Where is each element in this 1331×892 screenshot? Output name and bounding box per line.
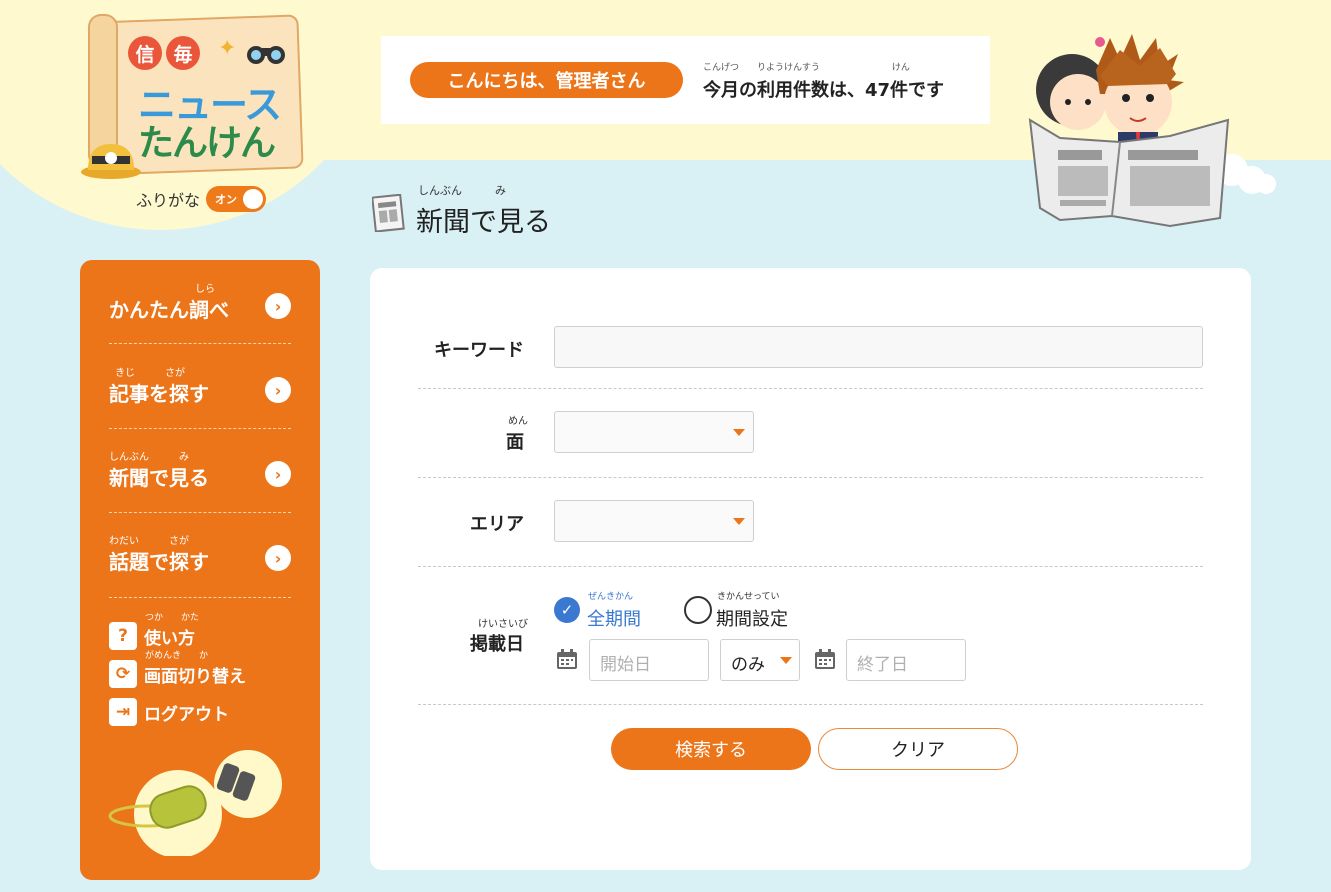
chevron-right-icon: › (265, 545, 291, 571)
nav-label: 記事を探す (109, 382, 209, 406)
page-title-ruby: しんぶん み (418, 184, 506, 197)
page-select[interactable] (554, 411, 754, 453)
sidebar-item-find-topics[interactable]: わだい さが 話題で探す › (109, 512, 291, 596)
logo-badge-mai: 毎 (166, 36, 200, 70)
util-ruby: がめんき か (145, 651, 209, 661)
toggle-state-label: オン (215, 193, 238, 206)
start-date-input[interactable]: 開始日 (589, 639, 709, 681)
page-title: 新聞で見る (416, 207, 551, 238)
logo-badges: 信 毎 (128, 36, 200, 70)
area-label: エリア (470, 514, 524, 535)
sidebar-nav: しら かんたん調べ › きじ さが 記事を探す › しんぶん み 新聞で見る ›… (80, 260, 320, 880)
util-label: 画面切り替え (144, 667, 246, 687)
sidebar-item-view-newspaper[interactable]: しんぶん み 新聞で見る › (109, 428, 291, 512)
nav-ruby: しら (195, 284, 215, 295)
radio-range-label[interactable]: 期間設定 (716, 605, 788, 631)
greeting-box: こんにちは、管理者さん こんげつ りようけんすう けん 今月の利用件数は、47件… (381, 36, 990, 124)
row-divider (418, 704, 1203, 705)
usage-count-text: 今月の利用件数は、47件です (703, 80, 945, 101)
sidebar-item-find-articles[interactable]: きじ さが 記事を探す › (109, 344, 291, 428)
toggle-knob (243, 189, 264, 209)
kids-reading-illustration (1028, 34, 1276, 228)
radio-range-ruby: きかんせってい (717, 592, 780, 602)
util-ruby: つか かた (145, 613, 200, 623)
greeting-pill: こんにちは、管理者さん (410, 62, 683, 98)
search-form-card: キーワード めん 面 エリア けいさいび 掲載日 ✓ ぜんきかん 全期間 きかん… (370, 268, 1251, 870)
date-label: 掲載日 (470, 634, 524, 655)
nav-ruby: わだい さが (109, 536, 189, 547)
sparkle-icon: ✦ (218, 36, 237, 61)
calendar-icon[interactable] (556, 648, 578, 670)
keyword-label: キーワード (434, 340, 524, 361)
nav-label: 話題で探す (109, 550, 209, 574)
furigana-label: ふりがな (136, 191, 201, 210)
calendar-icon[interactable] (814, 648, 836, 670)
clear-button[interactable]: クリア (818, 728, 1018, 770)
sidebar-item-easy-search[interactable]: しら かんたん調べ › (109, 260, 291, 344)
date-mode-value: のみ (731, 655, 765, 675)
logo-title-tanken: たんけん (138, 123, 276, 164)
radio-all-ruby: ぜんきかん (588, 592, 634, 602)
chevron-right-icon: › (265, 377, 291, 403)
sidebar-item-logout[interactable]: ⇥ ログアウト (109, 698, 289, 726)
keyword-input[interactable] (554, 326, 1203, 368)
helmet-icon (81, 144, 141, 179)
sidebar-item-switch-screen[interactable]: ⟳ がめんき か 画面切り替え (109, 651, 289, 688)
page-ruby: めん (508, 416, 528, 427)
binoculars-icon (247, 46, 285, 64)
area-select[interactable] (554, 500, 754, 542)
refresh-icon: ⟳ (109, 660, 137, 688)
date-mode-select[interactable]: のみ (720, 639, 800, 681)
radio-period-setting[interactable] (684, 596, 712, 624)
nav-ruby: しんぶん み (109, 452, 189, 463)
chevron-right-icon: › (265, 461, 291, 487)
nav-ruby: きじ さが (115, 368, 185, 379)
util-label: ログアウト (144, 705, 229, 725)
sidebar-item-how-to-use[interactable]: ? つか かた 使い方 (109, 613, 289, 650)
newspaper-icon (372, 194, 405, 232)
row-divider (418, 477, 1203, 478)
explore-gear-illustration (108, 750, 282, 856)
row-divider (418, 566, 1203, 567)
furigana-toggle[interactable]: オン (206, 186, 267, 212)
caret-down-icon (780, 657, 792, 664)
end-date-input[interactable]: 終了日 (846, 639, 966, 681)
row-divider (418, 388, 1203, 389)
search-button[interactable]: 検索する (611, 728, 811, 770)
caret-down-icon (733, 518, 745, 525)
chevron-right-icon: › (265, 293, 291, 319)
nav-label: 新聞で見る (109, 466, 209, 490)
logout-icon: ⇥ (109, 698, 137, 726)
radio-all-period[interactable]: ✓ (554, 597, 580, 623)
question-icon: ? (109, 622, 137, 650)
page-label: 面 (506, 432, 524, 453)
caret-down-icon (733, 429, 745, 436)
date-ruby: けいさいび (478, 619, 528, 630)
nav-divider (109, 597, 291, 598)
nav-label: かんたん調べ (109, 298, 229, 322)
util-label: 使い方 (144, 629, 195, 649)
usage-ruby: こんげつ りようけんすう けん (703, 63, 910, 73)
site-logo[interactable]: 信 毎 ✦ ニュース たんけん (78, 14, 308, 184)
radio-all-label[interactable]: 全期間 (587, 605, 641, 631)
furigana-toggle-row: ふりがな オン (136, 186, 267, 212)
logo-badge-shin: 信 (128, 36, 162, 70)
